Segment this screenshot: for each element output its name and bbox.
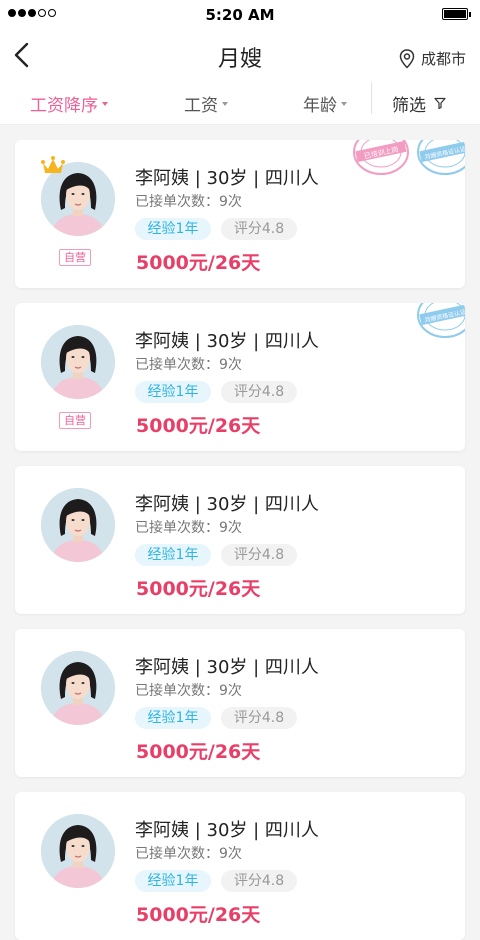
avatar: [41, 325, 115, 399]
crown-icon: [41, 156, 65, 173]
price: 5000元/26天: [136, 252, 261, 274]
experience-tag: 经验1年: [135, 870, 211, 892]
status-bar: 5:20 AM: [0, 0, 480, 30]
avatar: [41, 814, 115, 888]
rating-tag: 评分4.8: [221, 544, 297, 566]
filter-label: 年龄: [303, 95, 337, 116]
experience-tag: 经验1年: [135, 218, 211, 240]
nanny-name: 李阿姨 | 30岁 | 四川人: [135, 657, 319, 678]
filter-bar: 工资降序 工资 年龄 筛选: [0, 82, 480, 125]
nanny-name: 李阿姨 | 30岁 | 四川人: [135, 168, 319, 189]
dropdown-arrow-icon: [102, 101, 108, 106]
certified-stamp-blue: 月嫂资格证认证: [417, 303, 465, 338]
price: 5000元/26天: [136, 578, 261, 600]
experience-tag: 经验1年: [135, 544, 211, 566]
status-time: 5:20 AM: [205, 6, 275, 24]
rating-tag: 评分4.8: [221, 870, 297, 892]
nanny-name: 李阿姨 | 30岁 | 四川人: [135, 331, 319, 352]
dropdown-arrow-icon: [341, 101, 347, 106]
rating-tag: 评分4.8: [221, 218, 297, 240]
experience-tag: 经验1年: [135, 707, 211, 729]
nanny-card[interactable]: 月嫂资格证认证 自营 李阿姨 | 30岁 | 四川人 已接单次数：9次 经验1年…: [15, 303, 465, 451]
filter-salary[interactable]: 工资: [184, 82, 228, 124]
certified-stamp-blue: 月嫂资格证认证: [417, 140, 465, 175]
nanny-name: 李阿姨 | 30岁 | 四川人: [135, 494, 319, 515]
price: 5000元/26天: [136, 904, 261, 926]
price: 5000元/26天: [136, 741, 261, 763]
nav-header: 月嫂 成都市: [0, 30, 480, 82]
avatar: [41, 488, 115, 562]
filter-label: 筛选: [392, 95, 426, 116]
order-count: 已接单次数：9次: [135, 683, 242, 699]
nanny-card[interactable]: 李阿姨 | 30岁 | 四川人 已接单次数：9次 经验1年 评分4.8 5000…: [15, 629, 465, 777]
price: 5000元/26天: [136, 415, 261, 437]
filter-age[interactable]: 年龄: [303, 82, 347, 124]
rating-tag: 评分4.8: [221, 381, 297, 403]
experience-tag: 经验1年: [135, 381, 211, 403]
funnel-icon: [434, 97, 446, 109]
order-count: 已接单次数：9次: [135, 520, 242, 536]
filter-label: 工资降序: [30, 95, 98, 116]
filter-screen-button[interactable]: 筛选: [392, 82, 446, 124]
battery-icon: [442, 8, 471, 20]
order-count: 已接单次数：9次: [135, 846, 242, 862]
location-pin-icon: [399, 48, 415, 69]
avatar: [41, 651, 115, 725]
nanny-name: 李阿姨 | 30岁 | 四川人: [135, 820, 319, 841]
filter-divider: [371, 82, 372, 114]
location-label: 成都市: [420, 50, 466, 68]
self-operated-badge: 自营: [59, 249, 91, 266]
nanny-card[interactable]: 已培训上岗 月嫂资格证认证 自营 李阿姨 | 30岁 | 四川人 已接单次数：9…: [15, 140, 465, 288]
certified-stamp-pink: 已培训上岗: [353, 140, 409, 175]
dropdown-arrow-icon: [222, 101, 228, 106]
nanny-card[interactable]: 李阿姨 | 30岁 | 四川人 已接单次数：9次 经验1年 评分4.8 5000…: [15, 792, 465, 940]
nanny-card[interactable]: 李阿姨 | 30岁 | 四川人 已接单次数：9次 经验1年 评分4.8 5000…: [15, 466, 465, 614]
self-operated-badge: 自营: [59, 412, 91, 429]
filter-salary-desc[interactable]: 工资降序: [30, 82, 108, 124]
rating-tag: 评分4.8: [221, 707, 297, 729]
order-count: 已接单次数：9次: [135, 194, 242, 210]
order-count: 已接单次数：9次: [135, 357, 242, 373]
signal-strength-icon: [8, 9, 56, 17]
filter-label: 工资: [184, 95, 218, 116]
location-selector[interactable]: 成都市: [399, 48, 466, 69]
